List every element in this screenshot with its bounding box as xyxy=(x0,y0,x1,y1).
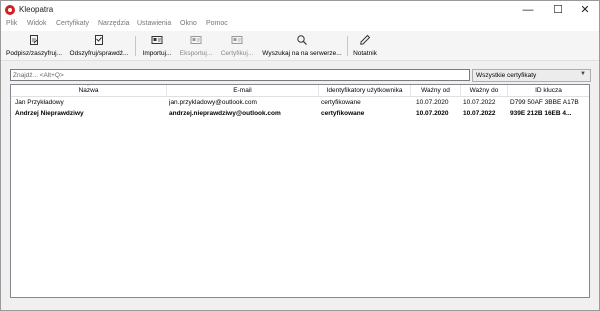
menu-pomoc[interactable]: Pomoc xyxy=(206,20,228,27)
cell-email: andrzej.nieprawdziwy@outlook.com xyxy=(169,110,281,117)
cell-valid-to: 10.07.2022 xyxy=(463,110,496,117)
decrypt-verify-button[interactable]: Odszyfruj/sprawdź... xyxy=(67,32,131,59)
sort-up-icon: ^ xyxy=(87,84,90,90)
column-header-valid-to[interactable]: Ważny do xyxy=(461,85,508,96)
cell-name: Andrzej Nieprawdziwy xyxy=(15,110,84,117)
sign-encrypt-icon xyxy=(30,35,38,45)
table-header: ^ Nazwa E-mail Identyfikatory użytkownik… xyxy=(11,84,589,97)
table-row[interactable]: Andrzej Nieprawdziwy andrzej.nieprawdziw… xyxy=(11,108,589,120)
title-bar[interactable]: Kleopatra — ☐ ✕ xyxy=(1,1,599,19)
toolbar: Podpisz/zaszyfruj... Odszyfruj/sprawdź..… xyxy=(1,31,599,61)
certify-icon xyxy=(231,36,243,44)
filter-selected-value: Wszystkie certyfikaty xyxy=(476,72,537,79)
menu-ustawienia[interactable]: Ustawienia xyxy=(137,20,171,27)
decrypt-verify-icon xyxy=(95,35,103,45)
certificate-table: ^ Nazwa E-mail Identyfikatory użytkownik… xyxy=(10,84,590,298)
kleopatra-window: Kleopatra — ☐ ✕ Plik Widok Certyfikaty N… xyxy=(0,0,600,311)
close-button[interactable]: ✕ xyxy=(571,1,599,19)
search-field[interactable] xyxy=(10,69,470,81)
import-icon xyxy=(151,36,163,44)
import-label: Importuj... xyxy=(142,50,172,57)
export-label: Eksportuj... xyxy=(179,50,213,57)
toolbar-separator xyxy=(347,36,348,56)
search-icon xyxy=(297,35,307,45)
sign-encrypt-button[interactable]: Podpisz/zaszyfruj... xyxy=(4,32,64,59)
certificate-filter-dropdown[interactable]: Wszystkie certyfikaty ▼ xyxy=(472,69,591,82)
window-title: Kleopatra xyxy=(19,5,54,14)
menu-okno[interactable]: Okno xyxy=(180,20,197,27)
menu-widok[interactable]: Widok xyxy=(27,20,46,27)
menu-certyfikaty[interactable]: Certyfikaty xyxy=(56,20,89,27)
decrypt-verify-label: Odszyfruj/sprawdź... xyxy=(69,50,129,57)
chevron-down-icon: ▼ xyxy=(580,71,586,77)
menu-narzedzia[interactable]: Narzędzia xyxy=(98,20,130,27)
sign-encrypt-label: Podpisz/zaszyfruj... xyxy=(6,50,62,57)
cell-valid-from: 10.07.2020 xyxy=(416,110,449,117)
certify-label: Certyfikuj... xyxy=(220,50,254,57)
column-header-name[interactable]: ^ Nazwa xyxy=(11,84,167,96)
search-input[interactable] xyxy=(11,70,469,80)
menu-plik[interactable]: Plik xyxy=(6,20,17,27)
menu-bar: Plik Widok Certyfikaty Narzędzia Ustawie… xyxy=(1,19,599,31)
import-button[interactable]: Importuj... xyxy=(139,32,175,59)
toolbar-separator xyxy=(135,36,136,56)
column-header-key-id[interactable]: ID klucza xyxy=(508,85,589,96)
column-header-email[interactable]: E-mail xyxy=(167,85,319,96)
notepad-icon xyxy=(360,34,371,45)
column-header-valid-from[interactable]: Ważny od xyxy=(411,85,461,96)
search-server-button[interactable]: Wyszukaj na na serwerze... xyxy=(259,32,345,59)
maximize-button[interactable]: ☐ xyxy=(544,1,572,19)
export-button: Eksportuj... xyxy=(177,32,215,59)
export-icon xyxy=(190,36,202,44)
minimize-button[interactable]: — xyxy=(514,1,542,19)
kleopatra-icon xyxy=(5,5,15,15)
notepad-button[interactable]: Notatnik xyxy=(350,32,380,59)
search-server-label: Wyszukaj na na serwerze... xyxy=(262,50,342,57)
cell-key-id: 939E 212B 16EB 4... xyxy=(510,110,572,117)
certify-button: Certyfikuj... xyxy=(218,32,256,59)
column-header-user-ids[interactable]: Identyfikatory użytkownika xyxy=(319,85,411,96)
notepad-label: Notatnik xyxy=(353,50,377,57)
cell-user-ids: certyfikowane xyxy=(321,110,365,117)
